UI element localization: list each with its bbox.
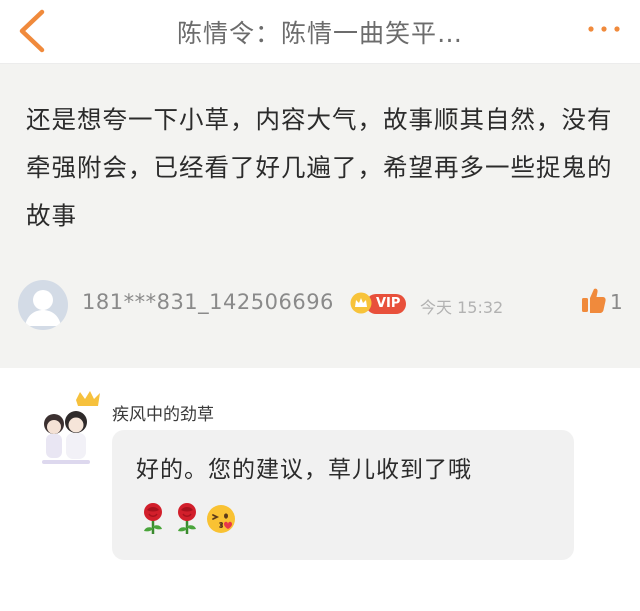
- more-dots-icon[interactable]: [586, 18, 622, 40]
- top-bar: 陈情令：陈情一曲笑平…: [0, 0, 640, 64]
- reply-section: 疾风中的劲草 好的。您的建议，草儿收到了哦: [0, 368, 640, 611]
- crown-icon: [350, 292, 372, 314]
- comment-text: 还是想夸一下小草，内容大气，故事顺其自然，没有牵强附会，已经看了好几遍了，希望再…: [26, 105, 613, 230]
- vip-badge: VIP: [366, 294, 407, 314]
- rose-icon: [144, 503, 162, 534]
- comment-time: 今天 15:32: [420, 298, 504, 317]
- like-count: 1: [610, 290, 623, 314]
- reply-author[interactable]: 疾风中的劲草: [112, 400, 214, 425]
- crown-icon: [76, 391, 100, 406]
- reply-text: 好的。您的建议，草儿收到了哦: [136, 457, 472, 483]
- chevron-left-icon[interactable]: [14, 8, 50, 54]
- thumbs-up-icon[interactable]: [580, 286, 606, 314]
- rose-icon: [178, 503, 196, 534]
- default-avatar-icon[interactable]: [18, 280, 68, 330]
- reply-avatar[interactable]: [36, 390, 106, 470]
- comment-meta: 181***831_142506696 VIP 今天 15:32 1: [0, 276, 640, 336]
- username[interactable]: 181***831_142506696: [82, 290, 334, 314]
- kissing-face-icon: [207, 505, 235, 533]
- reply-bubble: 好的。您的建议，草儿收到了哦: [112, 430, 574, 560]
- comment-card: 还是想夸一下小草，内容大气，故事顺其自然，没有牵强附会，已经看了好几遍了，希望再…: [0, 64, 640, 368]
- page-title: 陈情令：陈情一曲笑平…: [176, 19, 463, 48]
